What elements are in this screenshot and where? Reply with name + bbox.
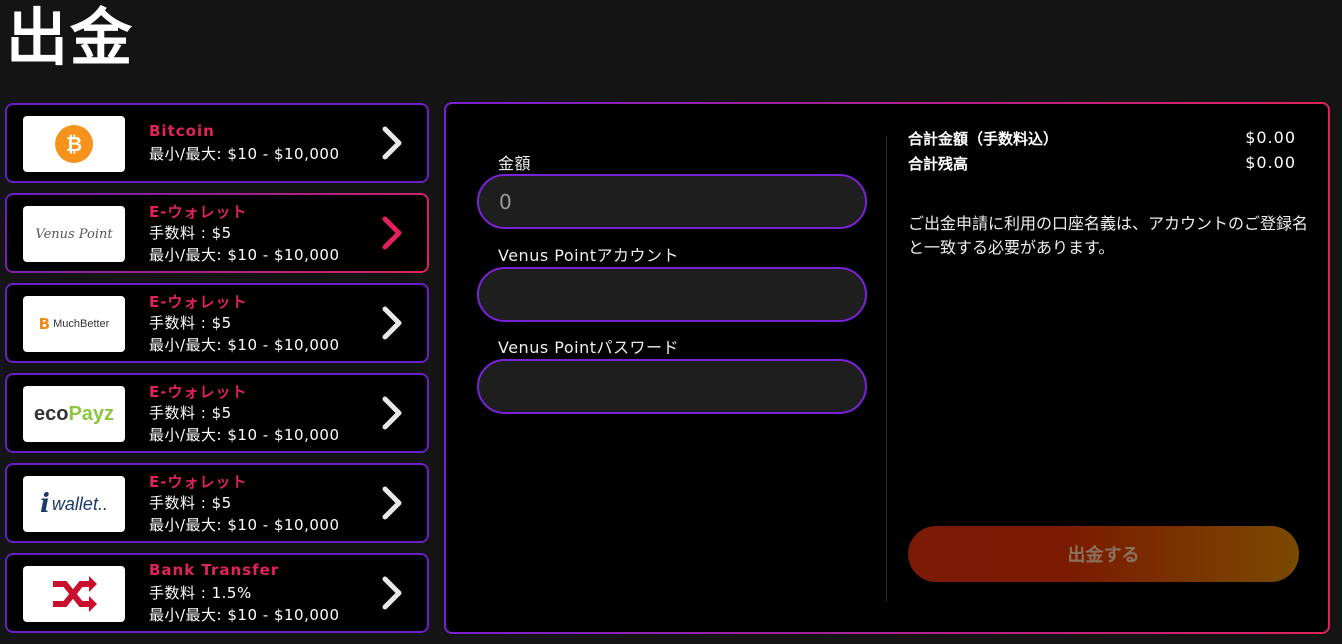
method-name: Bank Transfer [149,561,280,579]
chevron-right-icon [382,126,402,160]
password-label: Venus Pointパスワード [498,338,679,357]
method-fee: 手数料 : $5 [149,314,232,332]
method-iwallet[interactable]: i wallet.. E-ウォレット 手数料 : $5 最小/最大: $10 -… [5,463,429,543]
method-name: E-ウォレット [149,203,248,221]
total-balance-value: $0.00 [1245,153,1296,172]
method-fee: 手数料 : $5 [149,224,232,242]
chevron-right-icon [382,216,402,250]
bitcoin-logo: ₿ [23,116,125,172]
divider [886,136,887,602]
withdraw-button[interactable]: 出金する [908,526,1299,582]
method-limits: 最小/最大: $10 - $10,000 [149,516,340,534]
method-fee: 手数料 : $5 [149,494,232,512]
payment-method-list: ₿ Bitcoin 最小/最大: $10 - $10,000 Venus Poi… [5,103,429,643]
amount-input[interactable] [477,174,867,229]
method-name: E-ウォレット [149,473,248,491]
method-limits: 最小/最大: $10 - $10,000 [149,606,340,624]
method-name: Bitcoin [149,122,215,140]
password-input[interactable] [477,359,867,414]
account-input[interactable] [477,267,867,322]
bank-transfer-logo [23,566,125,622]
method-name: E-ウォレット [149,383,248,401]
method-limits: 最小/最大: $10 - $10,000 [149,336,340,354]
account-label: Venus Pointアカウント [498,246,679,265]
method-venus-point[interactable]: Venus Point E-ウォレット 手数料 : $5 最小/最大: $10 … [5,193,429,273]
chevron-right-icon [382,306,402,340]
withdrawal-panel: 金額 Venus Pointアカウント Venus Pointパスワード 合計金… [444,102,1330,634]
method-bank-transfer[interactable]: Bank Transfer 手数料 : 1.5% 最小/最大: $10 - $1… [5,553,429,633]
account-name-notice: ご出金申請に利用の口座名義は、アカウントのご登録名と一致する必要があります。 [908,214,1309,257]
method-limits: 最小/最大: $10 - $10,000 [149,145,340,163]
page-title: 出金 [6,1,135,74]
muchbetter-logo: B MuchBetter [23,296,125,352]
total-amount-label: 合計金額（手数料込） [908,130,1059,148]
method-muchbetter[interactable]: B MuchBetter E-ウォレット 手数料 : $5 最小/最大: $10… [5,283,429,363]
amount-label: 金額 [498,154,532,173]
chevron-right-icon [382,486,402,520]
total-amount-value: $0.00 [1245,128,1296,147]
method-name: E-ウォレット [149,293,248,311]
method-limits: 最小/最大: $10 - $10,000 [149,426,340,444]
method-fee: 手数料 : 1.5% [149,584,252,602]
chevron-right-icon [382,576,402,610]
svg-text:₿: ₿ [66,132,82,156]
method-limits: 最小/最大: $10 - $10,000 [149,246,340,264]
shuffle-icon [53,576,97,612]
iwallet-logo: i wallet.. [23,476,125,532]
venus-point-logo: Venus Point [23,206,125,262]
method-fee: 手数料 : $5 [149,404,232,422]
total-balance-label: 合計残高 [908,155,969,173]
method-bitcoin[interactable]: ₿ Bitcoin 最小/最大: $10 - $10,000 [5,103,429,183]
ecopayz-logo: eco Payz [23,386,125,442]
chevron-right-icon [382,396,402,430]
method-ecopayz[interactable]: eco Payz E-ウォレット 手数料 : $5 最小/最大: $10 - $1… [5,373,429,453]
